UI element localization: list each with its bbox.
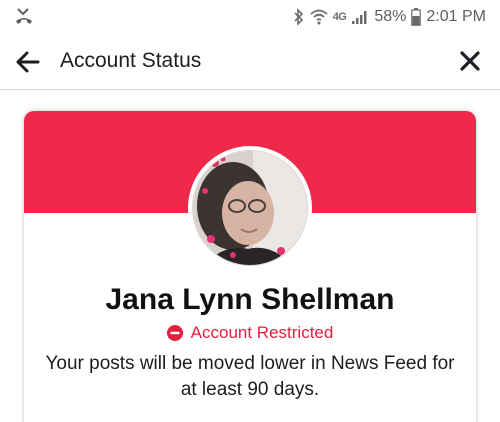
network-type: 4G <box>332 11 347 23</box>
profile-name: Jana Lynn Shellman <box>105 283 395 316</box>
battery-percent: 58% <box>374 8 407 25</box>
close-icon[interactable] <box>458 49 482 73</box>
battery-icon <box>411 8 422 26</box>
page-title: Account Status <box>60 49 202 72</box>
status-description: Your posts will be moved lower in News F… <box>45 353 455 400</box>
bluetooth-icon <box>294 8 303 26</box>
status-icons: 4G 58% 2:01 PM <box>293 5 486 29</box>
restricted-icon <box>166 325 183 341</box>
missed-call-icon <box>16 8 32 24</box>
profile-photo <box>192 150 308 266</box>
back-arrow-icon[interactable] <box>14 48 42 76</box>
avatar[interactable] <box>188 146 312 270</box>
status-row: Account Restricted <box>24 323 476 343</box>
signal-icon <box>352 11 367 24</box>
account-status-card: Jana Lynn Shellman Account Restricted Yo… <box>24 111 476 422</box>
wifi-icon <box>310 9 328 25</box>
clock: 2:01 PM <box>426 8 486 25</box>
app-header: Account Status <box>0 34 500 90</box>
status-label: Account Restricted <box>190 323 334 342</box>
status-bar: 4G 58% 2:01 PM <box>0 0 500 34</box>
